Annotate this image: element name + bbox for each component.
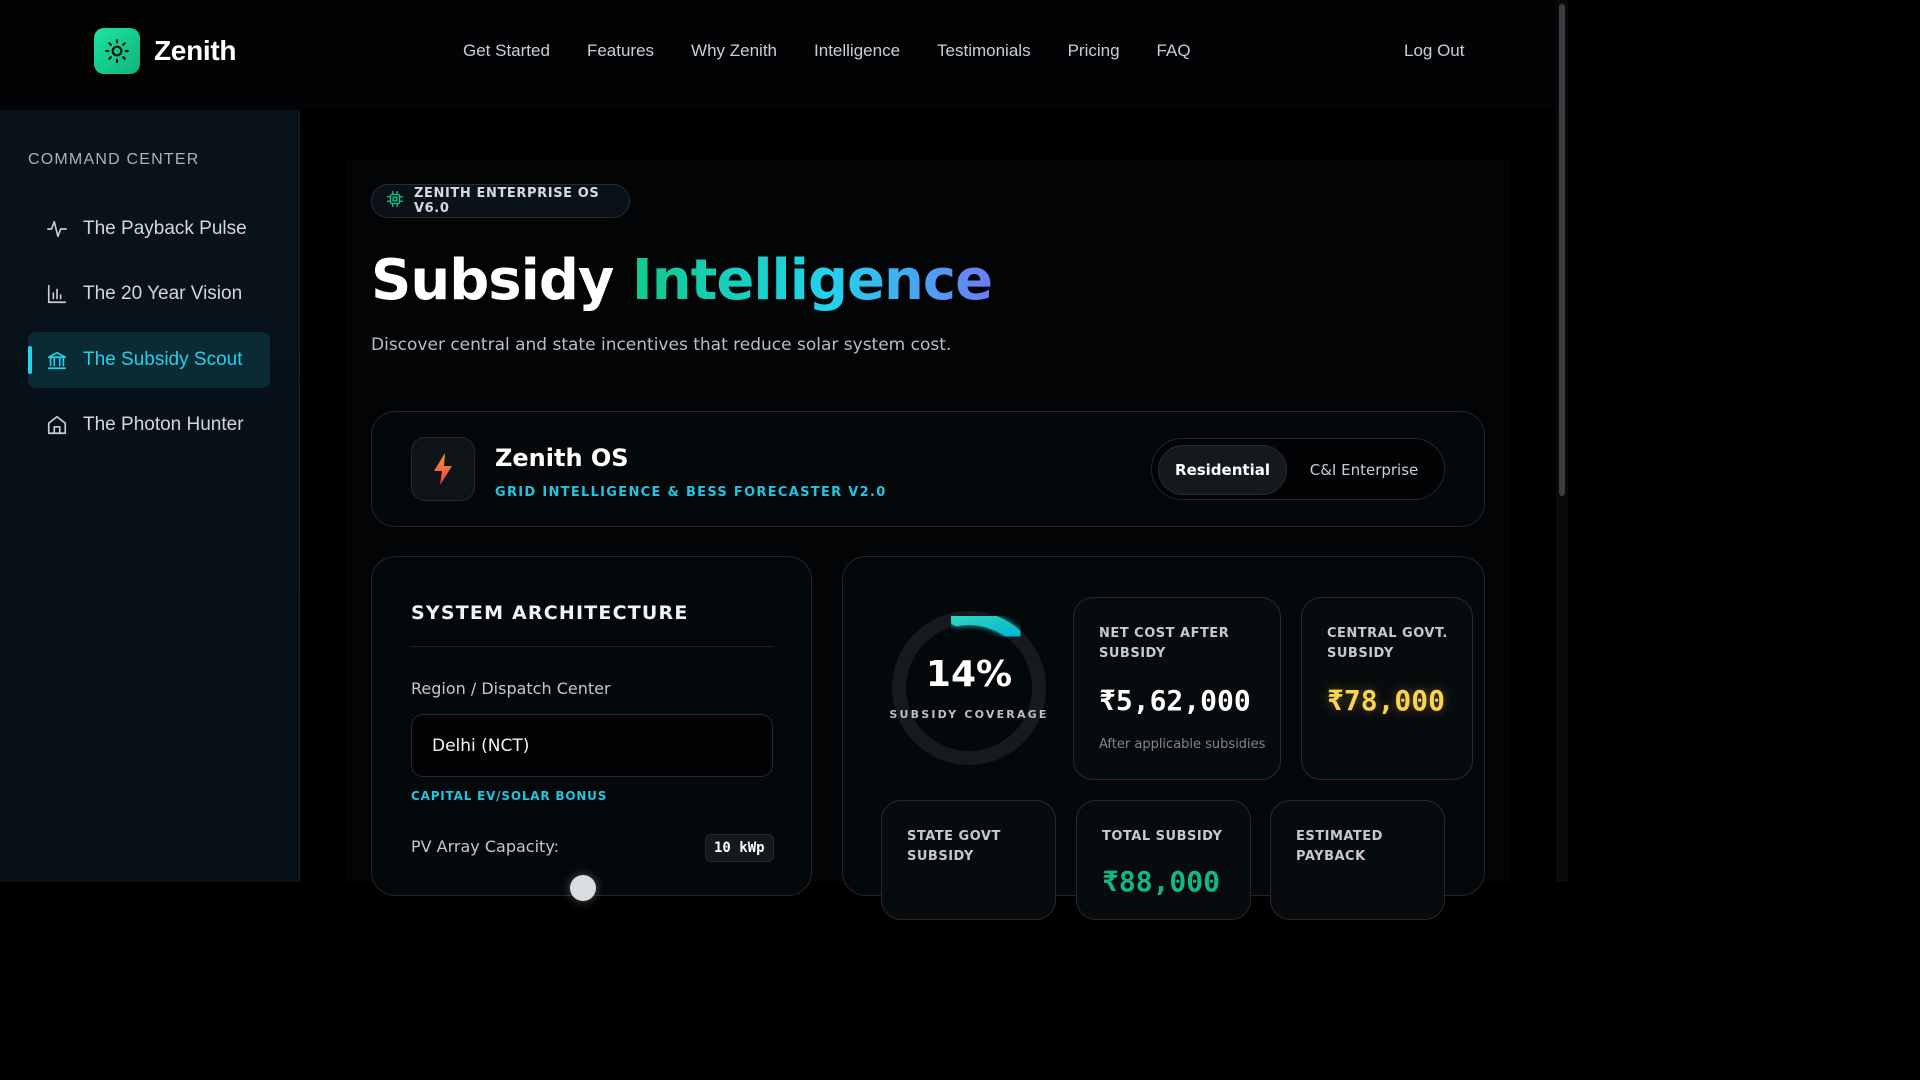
stat-label: STATE GOVT SUBSIDY xyxy=(907,829,1001,864)
sidebar-item-payback-pulse[interactable]: The Payback Pulse xyxy=(28,201,270,257)
state-subsidy-card: STATE GOVT SUBSIDY xyxy=(881,800,1056,920)
card-title: SYSTEM ARCHITECTURE xyxy=(411,602,689,624)
stat-label: CENTRAL GOVT. SUBSIDY xyxy=(1327,626,1448,661)
net-cost-value: ₹5,62,000 xyxy=(1099,684,1251,717)
nav-why-zenith[interactable]: Why Zenith xyxy=(691,41,777,61)
stat-label: ESTIMATED PAYBACK xyxy=(1296,829,1383,864)
stat-label: NET COST AFTER SUBSIDY xyxy=(1099,626,1230,661)
sidebar-item-label: The Subsidy Scout xyxy=(83,349,243,370)
region-label: Region / Dispatch Center xyxy=(411,679,611,698)
os-name: Zenith OS xyxy=(495,444,629,472)
sidebar-item-label: The Payback Pulse xyxy=(83,218,247,239)
nav-pricing[interactable]: Pricing xyxy=(1068,41,1120,61)
divider xyxy=(411,646,773,647)
segment-toggle: Residential C&I Enterprise xyxy=(1151,438,1445,500)
coverage-gauge: 14% SUBSIDY COVERAGE xyxy=(889,608,1049,768)
os-version-text: ZENITH ENTERPRISE OS V6.0 xyxy=(414,186,600,216)
sidebar: COMMAND CENTER The Payback Pulse The 20 … xyxy=(0,110,300,882)
nav-testimonials[interactable]: Testimonials xyxy=(937,41,1031,61)
nav-features[interactable]: Features xyxy=(587,41,654,61)
chip-icon xyxy=(386,190,404,212)
coverage-percent: 14% xyxy=(925,654,1013,695)
sidebar-title: COMMAND CENTER xyxy=(28,151,200,168)
brand-name: Zenith xyxy=(154,35,237,66)
region-value: Delhi (NCT) xyxy=(432,735,530,756)
os-tagline: GRID INTELLIGENCE & BESS FORECASTER V2.0 xyxy=(495,485,887,500)
sidebar-item-subsidy-scout[interactable]: The Subsidy Scout xyxy=(28,332,270,388)
logout-link[interactable]: Log Out xyxy=(1404,41,1465,61)
total-subsidy-card: TOTAL SUBSIDY ₹88,000 xyxy=(1076,800,1251,920)
nav-get-started[interactable]: Get Started xyxy=(463,41,550,61)
total-subsidy-value: ₹88,000 xyxy=(1102,865,1221,898)
capacity-slider-handle[interactable] xyxy=(570,875,596,901)
estimated-payback-card: ESTIMATED PAYBACK xyxy=(1270,800,1445,920)
page-title-main: Subsidy xyxy=(371,248,614,313)
bank-icon xyxy=(46,349,68,371)
scrollbar-thumb[interactable] xyxy=(1559,4,1565,496)
nav-faq[interactable]: FAQ xyxy=(1157,41,1191,61)
gauge-fill xyxy=(949,611,1022,642)
sidebar-item-label: The 20 Year Vision xyxy=(83,283,243,304)
capacity-value: 10 kWp xyxy=(705,834,774,862)
stat-label: TOTAL SUBSIDY xyxy=(1102,829,1223,844)
region-select[interactable]: Delhi (NCT) xyxy=(411,714,773,777)
central-subsidy-card: CENTRAL GOVT. SUBSIDY ₹78,000 xyxy=(1301,597,1473,780)
activity-icon xyxy=(46,218,68,240)
bar-chart-icon xyxy=(46,283,68,305)
central-subsidy-value: ₹78,000 xyxy=(1327,684,1446,717)
net-cost-card: NET COST AFTER SUBSIDY ₹5,62,000 After a… xyxy=(1073,597,1281,780)
segment-ci-enterprise-button[interactable]: C&I Enterprise xyxy=(1292,445,1436,495)
capacity-label: PV Array Capacity: xyxy=(411,837,560,856)
page-title: Subsidy Intelligence xyxy=(371,248,993,313)
sidebar-item-20-year-vision[interactable]: The 20 Year Vision xyxy=(28,266,270,322)
main-nav: Get Started Features Why Zenith Intellig… xyxy=(463,41,1228,61)
page-title-accent: Intelligence xyxy=(631,248,993,313)
subsidy-results-card: 14% SUBSIDY COVERAGE NET COST AFTER SUBS… xyxy=(842,556,1485,920)
coverage-label: SUBSIDY COVERAGE xyxy=(889,708,1049,721)
zenith-os-card: Zenith OS GRID INTELLIGENCE & BESS FOREC… xyxy=(371,411,1485,527)
sidebar-item-photon-hunter[interactable]: The Photon Hunter xyxy=(28,397,270,453)
system-architecture-card: SYSTEM ARCHITECTURE Region / Dispatch Ce… xyxy=(371,556,812,901)
segment-residential-button[interactable]: Residential xyxy=(1158,445,1287,495)
lightning-icon xyxy=(411,437,475,501)
os-version-badge: ZENITH ENTERPRISE OS V6.0 xyxy=(371,184,630,218)
sidebar-item-label: The Photon Hunter xyxy=(83,414,244,435)
nav-intelligence[interactable]: Intelligence xyxy=(814,41,900,61)
page-scrollbar[interactable] xyxy=(1556,0,1568,882)
home-icon xyxy=(46,414,68,436)
bonus-label: CAPITAL EV/SOLAR BONUS xyxy=(411,789,608,803)
brand[interactable]: Zenith xyxy=(94,28,236,74)
page-subtitle: Discover central and state incentives th… xyxy=(371,335,952,355)
top-navbar: Zenith Get Started Features Why Zenith I… xyxy=(0,0,1556,110)
net-cost-note: After applicable subsidies xyxy=(1099,737,1266,752)
sun-icon xyxy=(94,28,140,74)
